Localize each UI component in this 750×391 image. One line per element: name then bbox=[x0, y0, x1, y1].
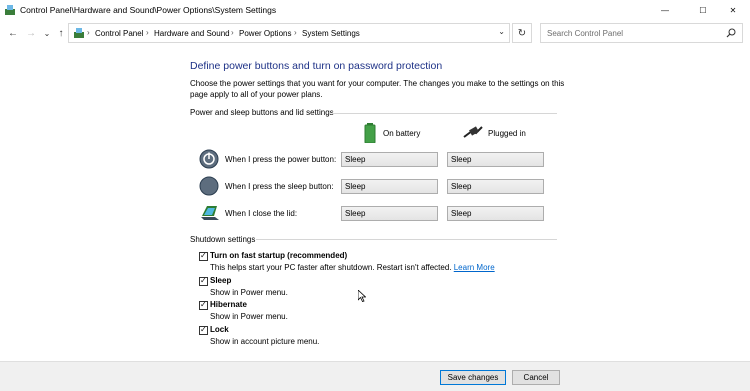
breadcrumb-separator: › bbox=[87, 28, 90, 37]
close-lid-battery-select[interactable]: Sleep ⌵ bbox=[341, 206, 438, 221]
hibernate-description: Show in Power menu. bbox=[210, 312, 288, 321]
sleep-description: Show in Power menu. bbox=[210, 288, 288, 297]
save-changes-button[interactable]: Save changes bbox=[440, 370, 506, 385]
sleep-button-icon bbox=[199, 176, 219, 196]
fast-startup-description-text: This helps start your PC faster after sh… bbox=[210, 263, 452, 272]
power-button-plugged-select[interactable]: Sleep ⌵ bbox=[447, 152, 544, 167]
laptop-lid-icon bbox=[201, 206, 219, 220]
recent-locations-button[interactable]: ⌄ bbox=[40, 25, 54, 41]
fast-startup-description: This helps start your PC faster after sh… bbox=[210, 263, 495, 272]
page-heading: Define power buttons and turn on passwor… bbox=[190, 60, 443, 72]
page-description: Choose the power settings that you want … bbox=[190, 79, 565, 99]
window-title: Control Panel\Hardware and Sound\Power O… bbox=[20, 5, 277, 15]
breadcrumb-separator: › bbox=[294, 28, 297, 37]
chevron-down-icon: ⌵ bbox=[451, 209, 457, 216]
check-icon: ✓ bbox=[200, 276, 207, 285]
shutdown-section-title: Shutdown settings bbox=[190, 235, 256, 244]
fast-startup-checkbox[interactable]: ✓ bbox=[199, 251, 208, 261]
search-icon[interactable] bbox=[726, 28, 736, 38]
forward-button[interactable]: → bbox=[24, 25, 38, 41]
lock-description: Show in account picture menu. bbox=[210, 337, 320, 346]
sleep-label[interactable]: Sleep bbox=[210, 276, 231, 285]
check-icon: ✓ bbox=[200, 325, 207, 334]
sleep-checkbox[interactable]: ✓ bbox=[199, 276, 208, 286]
hibernate-label[interactable]: Hibernate bbox=[210, 300, 247, 309]
power-button-battery-select[interactable]: Sleep ⌵ bbox=[341, 152, 438, 167]
chevron-down-icon: ⌵ bbox=[345, 209, 351, 216]
control-panel-icon bbox=[5, 5, 15, 15]
hibernate-checkbox[interactable]: ✓ bbox=[199, 300, 208, 310]
mouse-cursor-icon bbox=[358, 290, 366, 302]
search-box[interactable]: Search Control Panel bbox=[540, 23, 743, 43]
chevron-down-icon: ⌵ bbox=[451, 155, 457, 162]
main-content: Define power buttons and turn on passwor… bbox=[0, 45, 750, 361]
maximize-button[interactable]: ☐ bbox=[686, 0, 720, 21]
breadcrumb-separator: › bbox=[146, 28, 149, 37]
search-input[interactable]: Search Control Panel bbox=[547, 29, 623, 38]
lock-checkbox[interactable]: ✓ bbox=[199, 325, 208, 335]
title-bar: Control Panel\Hardware and Sound\Power O… bbox=[0, 0, 750, 21]
breadcrumb-control-panel[interactable]: Control Panel bbox=[95, 29, 143, 38]
power-plug-icon bbox=[463, 126, 483, 138]
close-lid-label: When I close the lid: bbox=[225, 209, 298, 218]
chevron-down-icon: ⌵ bbox=[345, 155, 351, 162]
fast-startup-label[interactable]: Turn on fast startup (recommended) bbox=[210, 251, 347, 260]
control-panel-icon bbox=[74, 28, 84, 38]
close-button[interactable]: ✕ bbox=[716, 0, 750, 21]
on-battery-header: On battery bbox=[383, 129, 421, 138]
refresh-button[interactable]: ↻ bbox=[512, 23, 532, 43]
learn-more-link[interactable]: Learn More bbox=[454, 263, 495, 272]
breadcrumb-power-options[interactable]: Power Options bbox=[239, 29, 291, 38]
up-button[interactable]: ↑ bbox=[54, 25, 68, 41]
check-icon: ✓ bbox=[200, 300, 207, 309]
chevron-down-icon: ⌵ bbox=[451, 182, 457, 189]
plugged-in-header: Plugged in bbox=[488, 129, 526, 138]
close-lid-plugged-select[interactable]: Sleep ⌵ bbox=[447, 206, 544, 221]
address-dropdown-icon[interactable]: ⌄ bbox=[498, 27, 505, 36]
power-section-title: Power and sleep buttons and lid settings bbox=[190, 108, 334, 117]
sleep-button-battery-select[interactable]: Sleep ⌵ bbox=[341, 179, 438, 194]
breadcrumb-separator: › bbox=[231, 28, 234, 37]
address-bar[interactable]: › Control Panel › Hardware and Sound › P… bbox=[68, 23, 510, 43]
address-toolbar: ← → ⌄ ↑ › Control Panel › Hardware and S… bbox=[0, 21, 750, 45]
chevron-down-icon: ⌵ bbox=[345, 182, 351, 189]
breadcrumb-system-settings[interactable]: System Settings bbox=[302, 29, 360, 38]
lock-label[interactable]: Lock bbox=[210, 325, 229, 334]
footer-bar: Save changes Cancel bbox=[0, 361, 750, 391]
section-divider bbox=[332, 113, 557, 114]
power-button-icon bbox=[199, 149, 219, 169]
cancel-button[interactable]: Cancel bbox=[512, 370, 560, 385]
sleep-button-label: When I press the sleep button: bbox=[225, 182, 334, 191]
section-divider bbox=[256, 239, 557, 240]
sleep-button-plugged-select[interactable]: Sleep ⌵ bbox=[447, 179, 544, 194]
battery-icon bbox=[364, 123, 376, 143]
minimize-button[interactable]: — bbox=[648, 0, 682, 21]
breadcrumb-hardware-and-sound[interactable]: Hardware and Sound bbox=[154, 29, 230, 38]
back-button[interactable]: ← bbox=[6, 25, 20, 41]
power-button-label: When I press the power button: bbox=[225, 155, 337, 164]
check-icon: ✓ bbox=[200, 251, 207, 260]
